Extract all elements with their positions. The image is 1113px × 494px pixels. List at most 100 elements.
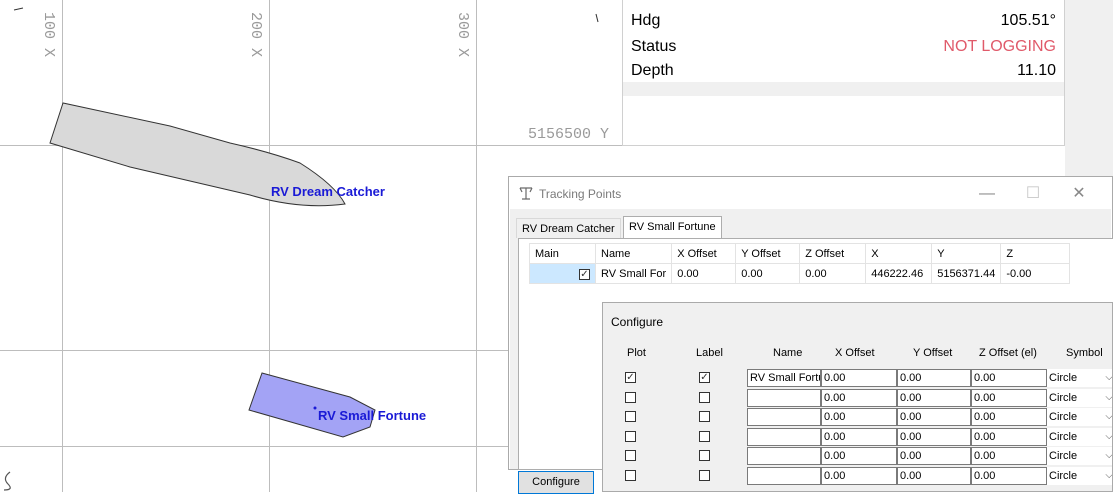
x-cell: 446222.46 [865, 263, 933, 284]
chevron-down-icon[interactable]: ⌵ [1105, 408, 1112, 426]
y-offset-cell[interactable]: 0.00 [735, 263, 801, 284]
z-cell: -0.00 [1000, 263, 1071, 284]
x-offset-field[interactable]: 0.00 [821, 467, 897, 485]
symbol-select[interactable]: Circle ⌵ [1047, 447, 1112, 465]
plot-checkbox[interactable] [625, 450, 636, 461]
x-offset-field[interactable]: 0.00 [821, 408, 897, 426]
y-cell: 5156371.44 [931, 263, 1002, 284]
chevron-down-icon[interactable]: ⌵ [1105, 447, 1112, 465]
info-value: 105.51° [1000, 12, 1056, 29]
name-field[interactable] [747, 408, 821, 426]
info-row-status: Status NOT LOGGING [631, 38, 1056, 62]
plot-checkbox[interactable]: ✓ [625, 372, 636, 383]
y-offset-field[interactable]: 0.00 [897, 428, 971, 446]
column-header[interactable]: Name [594, 243, 673, 264]
z-offset-cell[interactable]: 0.00 [799, 263, 867, 284]
vessel-label: RV Dream Catcher [271, 184, 385, 199]
table-row[interactable]: ✓ RV Small For 0.00 0.00 0.00 446222.46 … [529, 263, 1071, 284]
x-offset-cell[interactable]: 0.00 [671, 263, 737, 284]
y-offset-field[interactable]: 0.00 [897, 467, 971, 485]
column-header-y-offset: Y Offset [913, 347, 953, 359]
vessel-info-panel: Hdg 105.51° Status NOT LOGGING Depth 11.… [622, 0, 1065, 146]
z-offset-field[interactable]: 0.00 [971, 389, 1047, 407]
column-header-plot: Plot [627, 347, 646, 359]
map-edge-mark [13, 7, 24, 11]
y-offset-field[interactable]: 0.00 [897, 389, 971, 407]
symbol-select[interactable]: Circle ⌵ [1047, 467, 1112, 485]
tracking-point-marker [313, 406, 317, 410]
label-checkbox[interactable] [699, 470, 710, 481]
plot-checkbox[interactable] [625, 392, 636, 403]
chevron-down-icon[interactable]: ⌵ [1105, 428, 1112, 446]
window-titlebar[interactable]: Tracking Points — ☐ ✕ [509, 177, 1112, 209]
label-checkbox[interactable] [699, 411, 710, 422]
window-title: Tracking Points [539, 187, 622, 201]
close-icon[interactable]: ✕ [1056, 183, 1102, 203]
tracking-points-table: Main Name X Offset Y Offset Z Offset X Y… [529, 243, 1071, 284]
plot-checkbox[interactable] [625, 411, 636, 422]
z-offset-field[interactable]: 0.00 [971, 428, 1047, 446]
column-header[interactable]: Main [529, 243, 596, 264]
dialog-title: Configure [611, 315, 664, 329]
tab-rv-small-fortune[interactable]: RV Small Fortune [623, 216, 722, 239]
name-field[interactable] [747, 467, 821, 485]
info-label: Status [631, 38, 677, 55]
y-offset-field[interactable]: 0.00 [897, 408, 971, 426]
name-cell[interactable]: RV Small For [594, 263, 673, 284]
column-header-x-offset: X Offset [835, 347, 875, 359]
z-offset-field[interactable]: 0.00 [971, 369, 1047, 387]
column-header[interactable]: Z Offset [799, 243, 867, 264]
maximize-icon[interactable]: ☐ [1010, 183, 1056, 203]
x-offset-field[interactable]: 0.00 [821, 389, 897, 407]
configure-button[interactable]: Configure [518, 471, 594, 494]
y-offset-field[interactable]: 0.00 [897, 369, 971, 387]
symbol-select[interactable]: Circle ⌵ [1047, 408, 1112, 426]
label-checkbox[interactable] [699, 392, 710, 403]
info-separator-band [623, 82, 1064, 96]
info-label: Depth [631, 62, 674, 79]
symbol-select[interactable]: Circle ⌵ [1047, 369, 1112, 387]
map-edge-mark [595, 13, 599, 23]
configure-dialog: Configure Plot Label Name X Offset Y Off… [602, 302, 1113, 492]
info-label: Hdg [631, 12, 661, 29]
z-offset-field[interactable]: 0.00 [971, 447, 1047, 465]
background-panel [1065, 0, 1113, 180]
tab-rv-dream-catcher[interactable]: RV Dream Catcher [516, 218, 621, 238]
plot-checkbox[interactable] [625, 470, 636, 481]
x-offset-field[interactable]: 0.00 [821, 447, 897, 465]
z-offset-field[interactable]: 0.00 [971, 467, 1047, 485]
main-checkbox[interactable]: ✓ [579, 268, 590, 280]
chevron-down-icon[interactable]: ⌵ [1105, 369, 1112, 387]
name-field[interactable] [747, 428, 821, 446]
label-checkbox[interactable]: ✓ [699, 372, 710, 383]
vessel-label: RV Small Fortune [318, 408, 427, 423]
name-field[interactable] [747, 447, 821, 465]
label-checkbox[interactable] [699, 431, 710, 442]
column-header[interactable]: Y Offset [735, 243, 801, 264]
table-header-row: Main Name X Offset Y Offset Z Offset X Y… [529, 243, 1071, 264]
x-offset-field[interactable]: 0.00 [821, 369, 897, 387]
label-checkbox[interactable] [699, 450, 710, 461]
column-header-symbol: Symbol [1066, 347, 1103, 359]
x-offset-field[interactable]: 0.00 [821, 428, 897, 446]
map-edge-mark [3, 471, 11, 491]
info-value: 11.10 [1017, 62, 1056, 79]
column-header[interactable]: Z [1000, 243, 1071, 264]
column-header-z-offset: Z Offset (el) [979, 347, 1037, 359]
column-header[interactable]: Y [931, 243, 1002, 264]
z-offset-field[interactable]: 0.00 [971, 408, 1047, 426]
name-field[interactable]: RV Small Fortu [747, 369, 821, 387]
symbol-select[interactable]: Circle ⌵ [1047, 428, 1112, 446]
symbol-select[interactable]: Circle ⌵ [1047, 389, 1112, 407]
chevron-down-icon[interactable]: ⌵ [1105, 389, 1112, 407]
y-offset-field[interactable]: 0.00 [897, 447, 971, 465]
column-header-name: Name [773, 347, 803, 359]
column-header[interactable]: X [865, 243, 933, 264]
minimize-icon[interactable]: — [964, 185, 1010, 203]
name-field[interactable] [747, 389, 821, 407]
plot-checkbox[interactable] [625, 431, 636, 442]
column-header[interactable]: X Offset [671, 243, 737, 264]
main-cell[interactable]: ✓ [529, 263, 596, 284]
chevron-down-icon[interactable]: ⌵ [1105, 467, 1112, 485]
vessel-small-fortune-hull [248, 372, 376, 438]
